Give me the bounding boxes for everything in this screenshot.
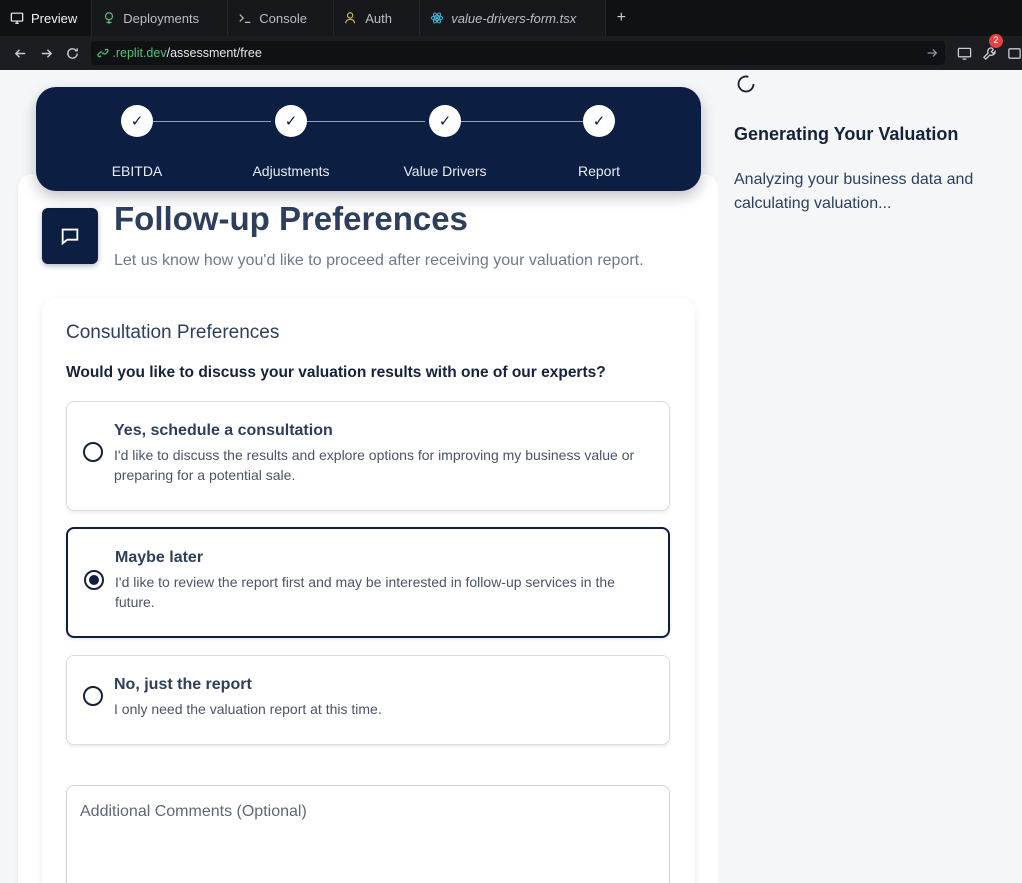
tab-label: value-drivers-form.tsx (451, 10, 577, 26)
step-label: Report (577, 163, 621, 179)
side-panel-text: Analyzing your business data and calcula… (734, 171, 974, 212)
tab-deployments[interactable]: Deployments (92, 0, 229, 36)
tab-auth[interactable]: Auth (334, 0, 421, 36)
tab-label: Preview (31, 10, 78, 26)
option-title: Yes, schedule a consultation (114, 422, 333, 439)
tab-label: Console (259, 10, 307, 26)
step-report[interactable]: ✓ Report (549, 105, 649, 179)
page-subtitle: Let us know how you'd like to proceed af… (114, 252, 644, 269)
step-value-drivers[interactable]: ✓ Value Drivers (395, 105, 495, 179)
additional-comments-textarea[interactable]: Additional Comments (Optional) (66, 785, 670, 883)
url-field[interactable]: .replit.dev /assessment/free (91, 41, 945, 65)
notification-badge: 2 (988, 33, 1003, 48)
tab-console[interactable]: Console (228, 0, 335, 36)
devices-icon[interactable] (957, 46, 972, 61)
tab-value-drivers-form[interactable]: value-drivers-form.tsx (420, 0, 607, 36)
monitor-icon (10, 11, 24, 25)
deploy-icon (102, 11, 116, 25)
step-label: Adjustments (252, 163, 330, 179)
question-label: Would you like to discuss your valuation… (66, 364, 606, 381)
section-title: Consultation Preferences (66, 322, 280, 343)
tab-label: Deployments (123, 10, 200, 26)
arrow-right-icon (42, 48, 53, 58)
loading-spinner-icon (737, 75, 755, 93)
open-external-icon[interactable] (925, 46, 939, 60)
message-square-icon (42, 208, 98, 264)
check-icon: ✓ (583, 105, 615, 137)
step-ebitda[interactable]: ✓ EBITDA (87, 105, 187, 179)
browser-tools: 2 (957, 33, 1022, 61)
tab-label: Auth (365, 10, 392, 26)
url-host: .replit.dev (112, 46, 167, 60)
option-title: No, just the report (114, 676, 252, 693)
check-icon: ✓ (275, 105, 307, 137)
panel-icon[interactable] (1007, 46, 1022, 61)
option-just-report[interactable]: No, just the report I only need the valu… (66, 655, 670, 745)
consultation-panel: Consultation Preferences Would you like … (42, 298, 695, 883)
step-adjustments[interactable]: ✓ Adjustments (241, 105, 341, 179)
reload-button[interactable] (60, 40, 86, 66)
terminal-icon (238, 11, 252, 25)
app-viewport: ✓ EBITDA ✓ Adjustments ✓ Value Drivers ✓… (2, 70, 1022, 883)
forward-button[interactable] (34, 40, 60, 66)
option-title: Maybe later (115, 549, 204, 566)
option-description: I'd like to discuss the results and expl… (114, 447, 635, 483)
link-icon (97, 47, 109, 59)
option-schedule-consultation[interactable]: Yes, schedule a consultation I'd like to… (66, 401, 670, 511)
step-label: EBITDA (111, 163, 163, 179)
check-icon: ✓ (429, 105, 461, 137)
radio-button[interactable] (83, 686, 103, 706)
side-panel: Generating Your Valuation Analyzing your… (718, 70, 1022, 883)
react-icon (430, 11, 444, 25)
reload-icon (67, 47, 78, 59)
step-label: Value Drivers (403, 163, 487, 179)
url-path: /assessment/free (166, 46, 262, 60)
ide-tab-bar: Preview Deployments Console Auth value-d… (0, 0, 1022, 36)
check-icon: ✓ (121, 105, 153, 137)
tab-preview[interactable]: Preview (0, 0, 93, 36)
option-description: I'd like to review the report first and … (115, 574, 615, 610)
page-title: Follow-up Preferences (114, 200, 468, 237)
option-maybe-later[interactable]: Maybe later I'd like to review the repor… (66, 527, 670, 638)
back-button[interactable] (8, 40, 34, 66)
option-description: I only need the valuation report at this… (114, 701, 382, 717)
arrow-left-icon (15, 48, 26, 58)
progress-stepper: ✓ EBITDA ✓ Adjustments ✓ Value Drivers ✓… (36, 87, 701, 191)
side-panel-title: Generating Your Valuation (734, 124, 959, 144)
main-content: ✓ EBITDA ✓ Adjustments ✓ Value Drivers ✓… (2, 70, 718, 883)
browser-url-bar: .replit.dev /assessment/free 2 (0, 33, 1022, 70)
wrench-icon[interactable] (982, 46, 997, 61)
add-tab-button[interactable]: + (606, 0, 636, 36)
radio-button[interactable] (83, 442, 103, 462)
user-icon (344, 11, 358, 25)
radio-button-selected[interactable] (84, 570, 104, 590)
